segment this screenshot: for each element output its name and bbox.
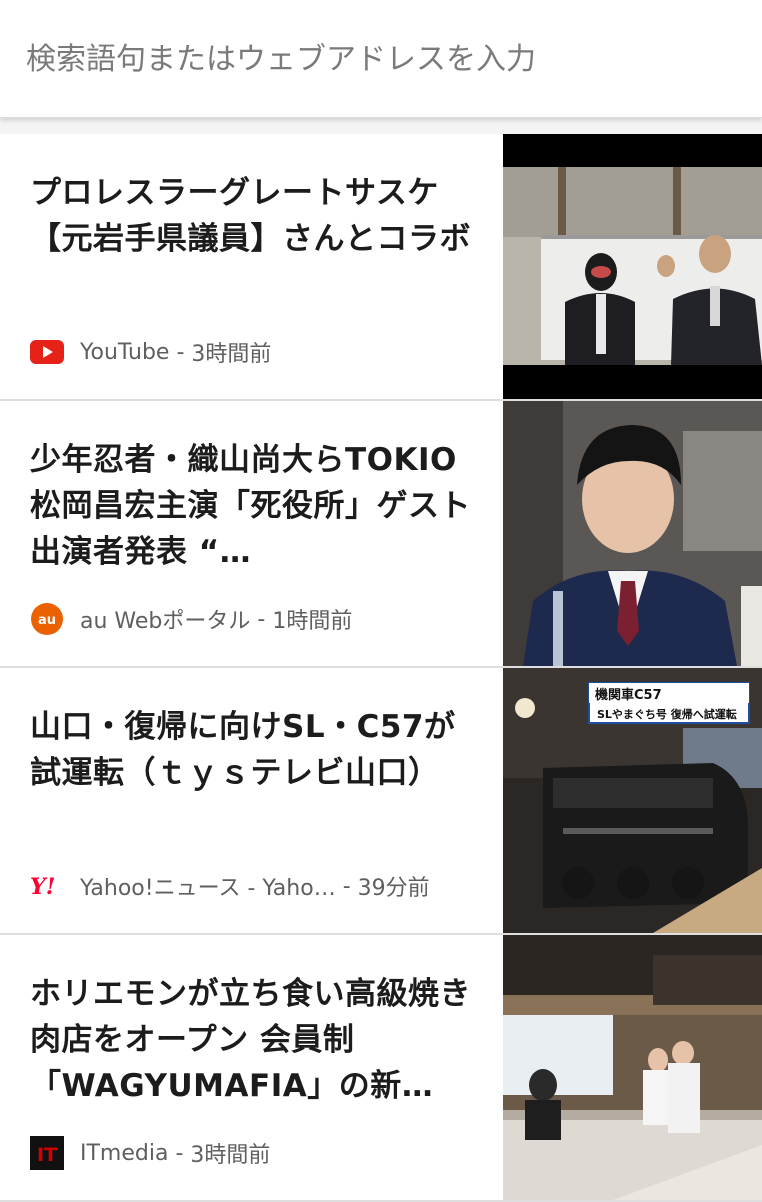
- svg-text:au: au: [38, 613, 56, 628]
- news-text: ホリエモンが立ち食い高級焼き肉店をオープン 会員制「WAGYUMAFIA」の新…: [30, 971, 480, 1109]
- thumb-caption: SLやまぐち号 復帰へ試運転: [597, 707, 737, 721]
- news-meta: YouTube - 3時間前: [30, 334, 271, 370]
- news-text: 少年忍者・織山尚大らTOKIO松岡昌宏主演「死役所」ゲスト出演者発表 “…: [30, 437, 480, 575]
- search-bar: [0, 0, 762, 118]
- youtube-icon: [30, 335, 64, 369]
- news-thumbnail[interactable]: [503, 134, 762, 399]
- meta-separator: -: [168, 1140, 191, 1166]
- news-card[interactable]: ホリエモンが立ち食い高級焼き肉店をオープン 会員制「WAGYUMAFIA」の新……: [0, 935, 762, 1202]
- news-meta: IT ITmedia - 3時間前: [30, 1135, 270, 1171]
- news-title[interactable]: プロレスラーグレートサスケ【元岩手県議員】さんとコラボ: [30, 170, 480, 262]
- news-source: au Webポータル: [80, 609, 251, 634]
- news-time: 39分前: [357, 876, 430, 901]
- meta-separator: -: [250, 606, 273, 632]
- news-title[interactable]: 山口・復帰に向けSL・C57が試運転（ｔｙｓテレビ山口）: [30, 704, 480, 796]
- news-time: 3時間前: [190, 1143, 271, 1168]
- news-card[interactable]: 少年忍者・織山尚大らTOKIO松岡昌宏主演「死役所」ゲスト出演者発表 “… au…: [0, 401, 762, 668]
- thumb-caption: 機関車C57: [595, 687, 662, 703]
- itmedia-icon: IT: [30, 1136, 64, 1170]
- news-meta: au au Webポータル - 1時間前: [30, 601, 352, 637]
- au-icon: au: [30, 602, 64, 636]
- news-card[interactable]: 山口・復帰に向けSL・C57が試運転（ｔｙｓテレビ山口） Y! Yahoo!ニュ…: [0, 668, 762, 935]
- news-thumbnail[interactable]: [503, 401, 762, 666]
- news-text: 山口・復帰に向けSL・C57が試運転（ｔｙｓテレビ山口）: [30, 704, 480, 796]
- news-source: ITmedia: [80, 1140, 169, 1166]
- news-time: 3時間前: [191, 342, 272, 367]
- svg-text:Y!: Y!: [30, 874, 55, 898]
- news-card[interactable]: プロレスラーグレートサスケ【元岩手県議員】さんとコラボ YouTube - 3時…: [0, 134, 762, 401]
- meta-separator: -: [169, 339, 192, 365]
- yahoo-icon: Y!: [30, 869, 64, 903]
- news-text: プロレスラーグレートサスケ【元岩手県議員】さんとコラボ: [30, 170, 480, 262]
- news-thumbnail[interactable]: 機関車C57 SLやまぐち号 復帰へ試運転: [503, 668, 762, 933]
- news-source: YouTube: [80, 339, 170, 365]
- search-input[interactable]: [26, 36, 726, 82]
- meta-separator: -: [335, 873, 358, 899]
- news-title[interactable]: ホリエモンが立ち食い高級焼き肉店をオープン 会員制「WAGYUMAFIA」の新…: [30, 971, 480, 1109]
- news-source: Yahoo!ニュース - Yaho…: [80, 876, 336, 901]
- news-time: 1時間前: [272, 609, 353, 634]
- news-feed: プロレスラーグレートサスケ【元岩手県議員】さんとコラボ YouTube - 3時…: [0, 134, 762, 1202]
- news-meta: Y! Yahoo!ニュース - Yaho… - 39分前: [30, 868, 430, 904]
- news-title[interactable]: 少年忍者・織山尚大らTOKIO松岡昌宏主演「死役所」ゲスト出演者発表 “…: [30, 437, 480, 575]
- svg-text:IT: IT: [37, 1144, 57, 1166]
- divider: [0, 118, 762, 134]
- news-thumbnail[interactable]: [503, 935, 762, 1200]
